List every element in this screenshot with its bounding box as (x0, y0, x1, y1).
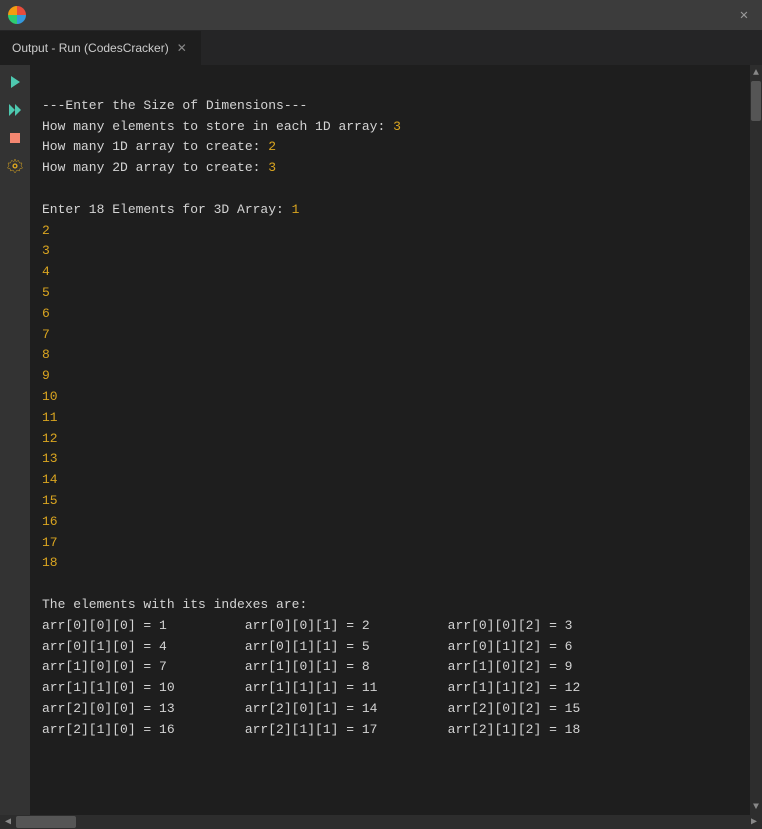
output-elem-8: 8 (42, 347, 50, 362)
scroll-track[interactable] (750, 81, 762, 799)
stop-button[interactable] (4, 127, 26, 149)
output-elem-3: 3 (42, 243, 50, 258)
output-content[interactable]: ---Enter the Size of Dimensions--- How m… (30, 65, 750, 815)
output-line-2d-count: How many 2D array to create: (42, 160, 268, 175)
play2-button[interactable] (4, 99, 26, 121)
tab-bar: Output - Run (CodesCracker) ✕ (0, 30, 762, 65)
output-val-2d-count: 3 (268, 160, 276, 175)
h-scroll-thumb[interactable] (16, 816, 76, 828)
output-elem-6: 6 (42, 306, 50, 321)
output-elem-18: 18 (42, 555, 58, 570)
output-tab[interactable]: Output - Run (CodesCracker) ✕ (0, 30, 202, 65)
output-elem-14: 14 (42, 472, 58, 487)
title-bar: ✕ (0, 0, 762, 30)
settings-button[interactable] (4, 155, 26, 177)
scroll-right-arrow[interactable]: ▶ (746, 815, 762, 829)
output-elem-11: 11 (42, 410, 58, 425)
output-elem-9: 9 (42, 368, 50, 383)
output-table-row-4: arr[1][1][0] = 10 arr[1][1][1] = 11 arr[… (42, 680, 580, 695)
output-table-row-5: arr[2][0][0] = 13 arr[2][0][1] = 14 arr[… (42, 701, 580, 716)
output-line-1d-count: How many 1D array to create: (42, 139, 268, 154)
tab-close-button[interactable]: ✕ (175, 41, 189, 55)
output-elem-5: 5 (42, 285, 50, 300)
window-close-button[interactable]: ✕ (734, 5, 754, 25)
main-area: ---Enter the Size of Dimensions--- How m… (0, 65, 762, 815)
tab-label: Output - Run (CodesCracker) (12, 41, 169, 55)
output-line-header: ---Enter the Size of Dimensions--- (42, 98, 307, 113)
scroll-left-arrow[interactable]: ◀ (0, 815, 16, 829)
output-table-row-1: arr[0][0][0] = 1 arr[0][0][1] = 2 arr[0]… (42, 618, 573, 633)
scroll-down-arrow[interactable]: ▼ (750, 799, 762, 815)
output-elem-2: 2 (42, 223, 50, 238)
output-elem-17: 17 (42, 535, 58, 550)
scroll-up-arrow[interactable]: ▲ (750, 65, 762, 81)
vertical-scrollbar[interactable]: ▲ ▼ (750, 65, 762, 815)
output-elem-16: 16 (42, 514, 58, 529)
title-bar-left (8, 6, 32, 24)
output-elem-12: 12 (42, 431, 58, 446)
output-elem-15: 15 (42, 493, 58, 508)
output-table-row-6: arr[2][1][0] = 16 arr[2][1][1] = 17 arr[… (42, 722, 580, 737)
output-val-1d-count: 2 (268, 139, 276, 154)
output-line-enter-prompt: Enter 18 Elements for 3D Array: (42, 202, 292, 217)
output-elem-10: 10 (42, 389, 58, 404)
output-table-row-2: arr[0][1][0] = 4 arr[0][1][1] = 5 arr[0]… (42, 639, 573, 654)
output-elem-7: 7 (42, 327, 50, 342)
output-line-indexes-header: The elements with its indexes are: (42, 597, 307, 612)
output-elem-13: 13 (42, 451, 58, 466)
play-button[interactable] (4, 71, 26, 93)
output-elem-4: 4 (42, 264, 50, 279)
side-toolbar (0, 65, 30, 815)
app-icon (8, 6, 26, 24)
bottom-bar: ◀ ▶ (0, 815, 762, 829)
output-table-row-3: arr[1][0][0] = 7 arr[1][0][1] = 8 arr[1]… (42, 659, 573, 674)
output-val-1d-size: 3 (393, 119, 401, 134)
output-area: ---Enter the Size of Dimensions--- How m… (30, 65, 762, 815)
h-scroll-track[interactable] (16, 815, 746, 829)
output-line-1d-size: How many elements to store in each 1D ar… (42, 119, 393, 134)
scroll-thumb[interactable] (751, 81, 761, 121)
output-val-first-elem: 1 (292, 202, 300, 217)
